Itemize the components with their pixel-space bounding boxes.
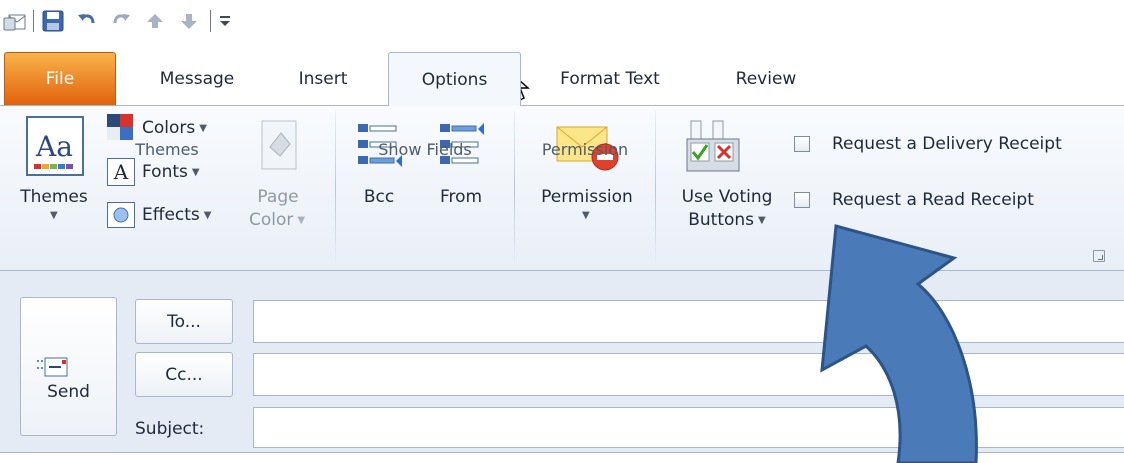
read-receipt-checkbox[interactable] [794,192,810,208]
tab-label: Format Text [560,69,660,89]
tab-options[interactable]: Options [388,52,521,106]
effects-button[interactable]: Effects ▼ [142,202,212,228]
group-separator [655,111,656,267]
fonts-icon: A [107,158,135,186]
next-item-icon[interactable] [176,8,202,34]
tab-label: Message [159,69,235,89]
voting-buttons-icon [678,112,748,180]
to-field[interactable] [253,300,1124,343]
chevron-down-icon: ▼ [582,210,590,221]
subject-field[interactable] [253,407,1124,448]
group-label-themes: Themes [135,139,199,159]
send-icon [37,356,71,384]
ribbon-tab-strip: File Message Insert Options Format Text … [0,44,1124,106]
group-label-show-fields: Show Fields [378,139,472,159]
tab-label: Insert [298,69,348,89]
save-icon[interactable] [40,8,66,34]
toolbar-separator [33,10,34,32]
outlook-app-icon[interactable] [2,8,28,34]
send-label: Send [47,382,90,402]
send-button[interactable]: Send [20,297,117,436]
page-color-button[interactable]: Color ▼ [242,210,312,230]
read-receipt-label[interactable]: Request a Read Receipt [832,186,1034,214]
cc-button[interactable]: Cc... [135,352,233,397]
undo-icon[interactable] [74,8,100,34]
use-voting-buttons-label[interactable]: Buttons ▼ [664,210,790,230]
tab-label: File [45,69,75,89]
tab-format-text[interactable]: Format Text [542,52,678,106]
themes-label: Themes [20,187,88,207]
redo-icon[interactable] [108,8,134,34]
delivery-receipt-checkbox[interactable] [794,136,810,152]
previous-item-icon[interactable] [142,8,168,34]
group-separator [514,111,515,267]
tab-label: Options [421,69,488,90]
to-label: To... [167,311,201,332]
use-voting-buttons-button[interactable]: Use Voting [664,187,790,207]
cc-field[interactable] [253,353,1124,396]
toolbar-separator [210,10,211,32]
subject-label: Subject: [135,419,205,439]
from-button[interactable]: From [428,187,494,207]
tab-insert[interactable]: Insert [280,52,366,106]
message-body[interactable] [0,452,1124,463]
tab-label: Review [735,69,797,89]
quick-access-toolbar [0,0,1124,44]
chevron-down-icon: ▼ [191,166,200,178]
fonts-button[interactable]: Fonts ▼ [142,158,200,186]
page-color-label-page[interactable]: Page [250,187,306,207]
group-label-permission: Permission [541,139,629,159]
dialog-launcher-icon[interactable] [1093,250,1105,262]
permission-button[interactable]: Permission [522,187,652,207]
group-separator [335,111,336,267]
effects-icon [107,202,135,228]
tab-file[interactable]: File [4,52,116,106]
to-button[interactable]: To... [135,299,233,344]
chevron-down-icon: ▼ [758,214,766,226]
tab-review[interactable]: Review [716,52,816,106]
chevron-down-icon: ▼ [199,122,207,134]
delivery-receipt-label[interactable]: Request a Delivery Receipt [832,130,1062,158]
cc-label: Cc... [165,364,203,385]
chevron-down-icon: ▼ [297,214,306,226]
tab-message[interactable]: Message [138,52,256,106]
customize-toolbar-icon[interactable] [214,8,236,34]
chevron-down-icon: ▼ [203,209,212,221]
bcc-button[interactable]: Bcc [346,187,412,207]
chevron-down-icon: ▼ [50,210,58,221]
